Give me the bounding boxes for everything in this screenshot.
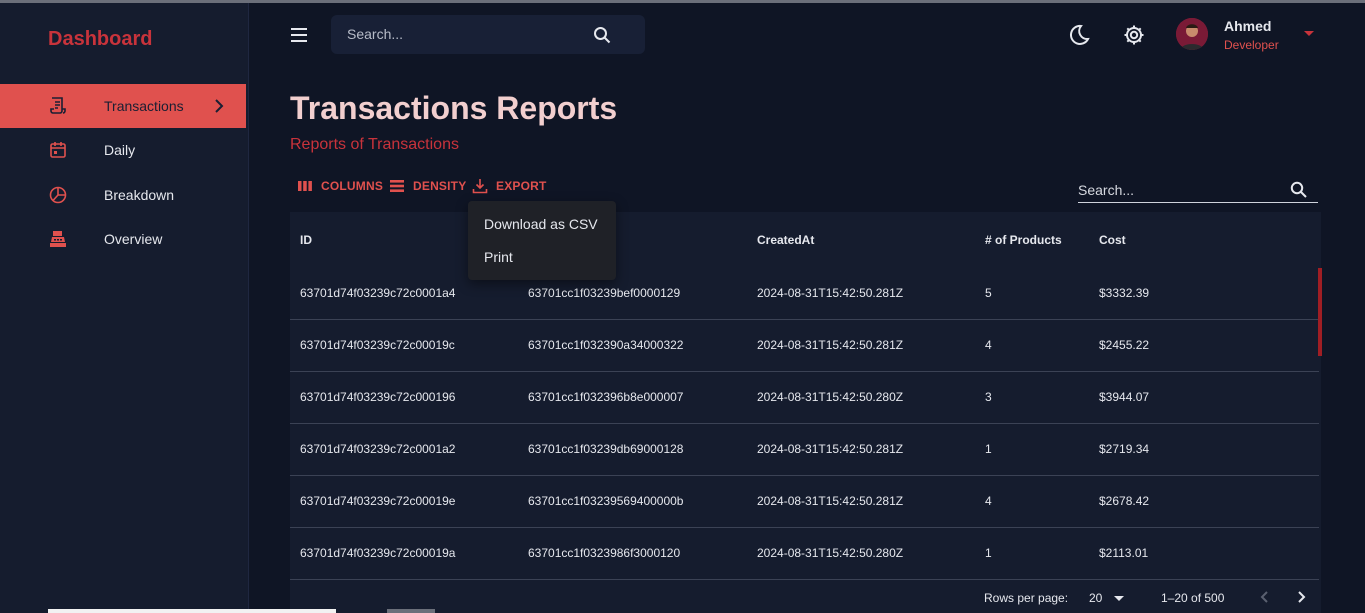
density-label: DENSITY [413,179,467,193]
cell-user-id: 63701cc1f03239db69000128 [528,442,684,456]
table-row[interactable]: 63701d74f03239c72c0001a4 63701cc1f03239b… [290,268,1319,320]
cell-products: 3 [985,390,992,404]
table-scrollbar[interactable] [1318,268,1322,356]
column-header-id[interactable]: ID [300,233,312,247]
table-row[interactable]: 63701d74f03239c72c00019e 63701cc1f032395… [290,476,1319,528]
cell-cost: $2719.34 [1099,442,1150,456]
rows-per-page-select[interactable]: 20 [1089,591,1102,605]
sidebar-item-overview[interactable]: Overview [0,217,246,261]
column-header-createdat[interactable]: CreatedAt [757,233,814,247]
column-header-products[interactable]: # of Products [985,233,1062,247]
table-row[interactable]: 63701d74f03239c72c00019c 63701cc1f032390… [290,320,1319,372]
pie-chart-icon [49,186,67,204]
table-search [1078,178,1318,203]
column-header-cost[interactable]: Cost [1099,233,1126,247]
cell-created-at: 2024-08-31T15:42:50.281Z [757,442,904,456]
cell-created-at: 2024-08-31T15:42:50.280Z [757,390,904,404]
cell-cost: $2113.01 [1099,546,1149,560]
chevron-right-icon[interactable] [1293,589,1309,605]
sidebar-item-daily[interactable]: Daily [0,128,246,172]
cell-created-at: 2024-08-31T15:42:50.281Z [757,338,904,352]
search-input[interactable] [347,23,587,45]
cell-created-at: 2024-08-31T15:42:50.281Z [757,286,904,300]
sidebar-item-label: Transactions [104,98,184,114]
pagination-range: 1–20 of 500 [1161,591,1225,605]
horizontal-scrollbar-thumb[interactable] [387,609,435,613]
cell-user-id: 63701cc1f032396b8e000007 [528,390,684,404]
menu-item-download-csv[interactable]: Download as CSV [484,216,598,232]
cell-user-id: 63701cc1f03239569400000b [528,494,684,508]
cell-products: 1 [985,546,992,560]
chevron-down-icon[interactable] [1304,31,1314,36]
cell-products: 4 [985,338,992,352]
sidebar-item-transactions[interactable]: Transactions [0,84,246,128]
cell-cost: $3944.07 [1099,390,1150,404]
columns-label: COLUMNS [321,179,384,193]
search-icon[interactable] [593,26,611,44]
receipt-icon [50,97,66,114]
user-name[interactable]: Ahmed [1224,18,1271,34]
menu-icon[interactable] [289,25,309,45]
cell-id: 63701d74f03239c72c0001a4 [300,286,456,300]
cell-cost: $3332.39 [1099,286,1150,300]
table-row[interactable]: 63701d74f03239c72c000196 63701cc1f032396… [290,372,1319,424]
cell-products: 4 [985,494,992,508]
cell-id: 63701d74f03239c72c00019e [300,494,456,508]
cell-products: 1 [985,442,992,456]
user-avatar-icon [1176,18,1208,50]
sidebar-item-breakdown[interactable]: Breakdown [0,173,246,217]
menu-item-print[interactable]: Print [484,249,513,265]
cell-created-at: 2024-08-31T15:42:50.280Z [757,546,904,560]
calendar-icon [50,142,66,158]
export-button[interactable]: EXPORT [472,176,547,196]
cell-id: 63701d74f03239c72c000196 [300,390,456,404]
cell-id: 63701d74f03239c72c00019c [300,338,455,352]
export-menu: Download as CSV Print [468,201,616,280]
cell-id: 63701d74f03239c72c00019a [300,546,456,560]
density-button[interactable]: DENSITY [389,176,466,196]
export-label: EXPORT [496,179,547,193]
columns-button[interactable]: COLUMNS [297,176,383,196]
cell-cost: $2455.22 [1099,338,1150,352]
gear-icon[interactable] [1123,24,1145,46]
cell-user-id: 63701cc1f032390a34000322 [528,338,684,352]
rows-per-page-label: Rows per page: [984,591,1069,605]
chevron-right-icon [215,99,224,113]
cell-user-id: 63701cc1f03239bef0000129 [528,286,681,300]
global-search [331,15,645,54]
table-header: ID CreatedAt # of Products Cost [290,212,1321,268]
search-icon[interactable] [1290,181,1307,198]
table-row[interactable]: 63701d74f03239c72c00019a 63701cc1f032398… [290,528,1319,580]
cell-user-id: 63701cc1f0323986f3000120 [528,546,681,560]
cash-register-icon [50,231,66,247]
table-row[interactable]: 63701d74f03239c72c0001a2 63701cc1f03239d… [290,424,1319,476]
chevron-left-icon[interactable] [1257,589,1273,605]
transactions-table: ID CreatedAt # of Products Cost 63701d74… [290,212,1321,613]
sidebar-item-label: Breakdown [104,187,175,203]
cell-products: 5 [985,286,992,300]
cell-id: 63701d74f03239c72c0001a2 [300,442,456,456]
page-title: Transactions Reports [290,90,618,126]
chevron-down-icon[interactable] [1111,590,1127,606]
sidebar: Dashboard Transactions Daily Breakdown O… [0,3,249,613]
horizontal-scrollbar[interactable] [48,609,336,613]
download-icon [472,179,488,194]
cell-created-at: 2024-08-31T15:42:50.281Z [757,494,904,508]
avatar[interactable] [1176,18,1208,50]
sidebar-item-label: Daily [104,142,136,158]
sidebar-item-label: Overview [104,231,163,247]
density-icon [390,180,404,192]
brand-title[interactable]: Dashboard [48,28,152,51]
cell-cost: $2678.42 [1099,494,1150,508]
user-role: Developer [1224,38,1279,52]
columns-icon [298,181,312,191]
table-search-input[interactable] [1078,180,1278,200]
page-subtitle: Reports of Transactions [290,136,459,153]
dark-mode-icon[interactable] [1068,24,1090,46]
